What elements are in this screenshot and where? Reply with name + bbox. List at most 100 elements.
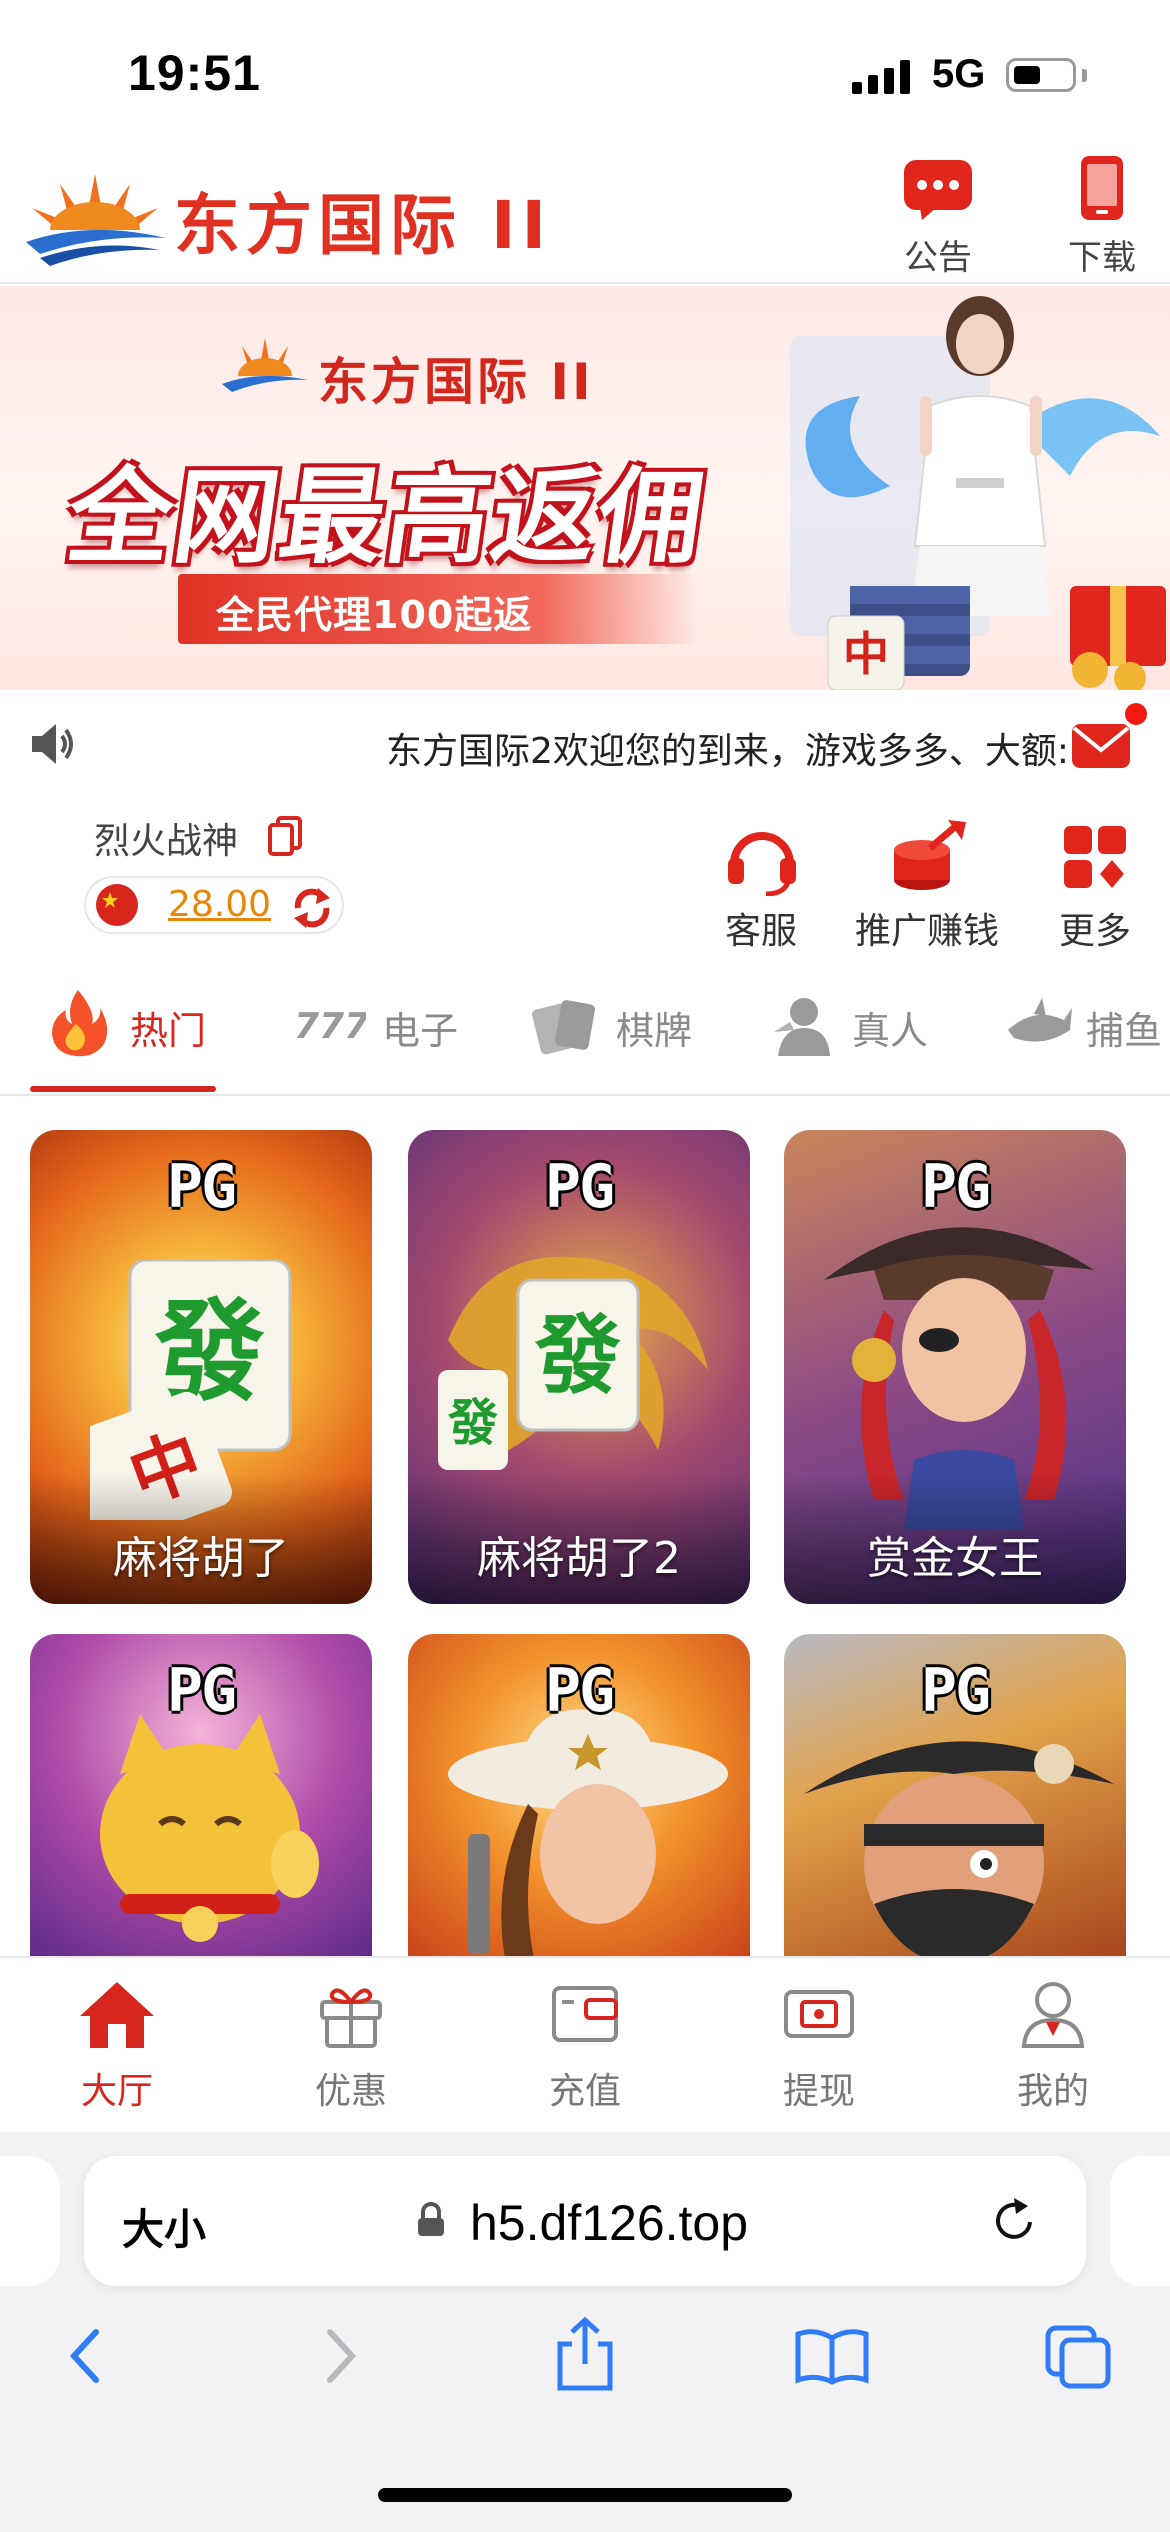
pirate-captain-art bbox=[804, 1741, 1114, 1964]
tab-electronic-label: 电子 bbox=[382, 1009, 459, 1053]
previous-tab-preview[interactable] bbox=[0, 2156, 60, 2286]
flame-icon bbox=[52, 990, 108, 1057]
game-card[interactable]: PG bbox=[784, 1634, 1126, 1964]
game-name: 麻将胡了2 bbox=[477, 1533, 681, 1584]
bottom-tab-bar: 大厅 优惠 充值 提现 我的 bbox=[0, 1956, 1170, 2134]
phone-icon bbox=[1081, 156, 1123, 220]
lock-icon bbox=[418, 2202, 444, 2236]
network-type: 5G bbox=[932, 52, 986, 96]
battery-icon bbox=[1006, 58, 1076, 92]
headset-icon bbox=[728, 832, 796, 896]
download-label: 下载 bbox=[1068, 238, 1136, 278]
tab-fishing[interactable]: 捕鱼 bbox=[1004, 968, 1170, 1094]
provider-logo: PG bbox=[544, 1152, 615, 1222]
grid-icon bbox=[1064, 826, 1126, 888]
banner-headline: 全网最高返佣 bbox=[60, 456, 714, 578]
provider-logo: PG bbox=[166, 1152, 237, 1222]
bookmarks-icon[interactable] bbox=[794, 2326, 870, 2386]
copy-icon[interactable] bbox=[268, 816, 302, 856]
active-tab-underline bbox=[30, 1086, 216, 1092]
tab-hall[interactable]: 大厅 bbox=[42, 1958, 192, 2134]
url-text[interactable]: h5.df126.top bbox=[470, 2194, 748, 2252]
tab-live-label: 真人 bbox=[852, 1009, 929, 1053]
svg-text:發: 發 bbox=[534, 1305, 621, 1406]
notice-label: 公告 bbox=[904, 238, 972, 278]
provider-logo: PG bbox=[920, 1152, 991, 1222]
svg-text:發: 發 bbox=[154, 1287, 265, 1416]
banner-tile-char: 中 bbox=[843, 627, 889, 681]
balance-amount: 28.00 bbox=[168, 884, 272, 925]
notice-button[interactable]: 公告 bbox=[878, 150, 998, 280]
provider-logo: PG bbox=[166, 1656, 237, 1726]
game-name: 赏金女王 bbox=[867, 1533, 1043, 1584]
next-tab-preview[interactable] bbox=[1110, 2156, 1170, 2286]
battery-cap bbox=[1082, 69, 1087, 82]
signal-icon bbox=[852, 60, 910, 94]
game-card[interactable]: PG bbox=[408, 1634, 750, 1964]
sun-logo-icon bbox=[26, 174, 166, 266]
tab-live[interactable]: 真人 bbox=[770, 968, 970, 1094]
more-label: 更多 bbox=[1058, 911, 1131, 952]
tab-withdraw-label: 提现 bbox=[782, 2071, 855, 2112]
tab-withdraw[interactable]: 提现 bbox=[744, 1958, 894, 2134]
banner-brand: 东方国际 II bbox=[318, 353, 594, 411]
wallet-icon bbox=[552, 1986, 618, 2042]
back-icon[interactable] bbox=[66, 2326, 106, 2386]
user-icon bbox=[1021, 1982, 1085, 2048]
tabs-icon[interactable] bbox=[1044, 2324, 1114, 2390]
svg-text:777: 777 bbox=[294, 1006, 366, 1044]
svg-text:發: 發 bbox=[447, 1393, 498, 1452]
home-indicator bbox=[378, 2488, 792, 2502]
chips-icon bbox=[894, 820, 966, 890]
customer-service-label: 客服 bbox=[724, 911, 797, 952]
game-card[interactable]: PG 赏金女王 bbox=[784, 1130, 1126, 1604]
banner-subline: 全民代理100起返 bbox=[216, 593, 533, 637]
promo-banner[interactable]: 东方国际 II 全网最高返佣 全民代理100起返 中 bbox=[0, 286, 1170, 690]
app-header: 东方国际 II 公告 下载 bbox=[0, 150, 1170, 284]
game-card[interactable]: 發 中 PG 麻将胡了 bbox=[30, 1130, 372, 1604]
category-tabs: 热门 777 电子 棋牌 真人 捕鱼 bbox=[0, 968, 1170, 1096]
tab-profile[interactable]: 我的 bbox=[978, 1958, 1128, 2134]
share-icon[interactable] bbox=[552, 2316, 618, 2392]
promote-earn-label: 推广赚钱 bbox=[854, 911, 999, 952]
tab-chess-cards[interactable]: 棋牌 bbox=[530, 968, 730, 1094]
speaker-icon bbox=[32, 724, 73, 764]
provider-logo: PG bbox=[544, 1656, 615, 1726]
tab-hall-label: 大厅 bbox=[80, 2071, 153, 2112]
china-flag-icon bbox=[96, 884, 138, 926]
download-button[interactable]: 下载 bbox=[1042, 150, 1162, 280]
reload-icon[interactable] bbox=[990, 2196, 1038, 2246]
game-card[interactable]: 發 發 PG 麻将胡了2 bbox=[408, 1130, 750, 1604]
game-name: 麻将胡了 bbox=[113, 1533, 289, 1584]
banner-illustration: 中 bbox=[790, 296, 1166, 690]
tab-promotions[interactable]: 优惠 bbox=[276, 1958, 426, 2134]
username: 烈火战神 bbox=[94, 821, 239, 862]
home-icon bbox=[80, 1982, 154, 2048]
mail-icon[interactable] bbox=[1068, 700, 1152, 780]
provider-logo: PG bbox=[920, 1656, 991, 1726]
text-size-button[interactable]: 大小 bbox=[122, 2196, 206, 2257]
forward-icon[interactable] bbox=[320, 2326, 360, 2386]
tab-deposit-label: 充值 bbox=[548, 2071, 621, 2112]
chat-bubble-icon bbox=[904, 160, 972, 220]
tab-hot-label: 热门 bbox=[130, 1009, 207, 1053]
sun-logo-icon bbox=[222, 338, 308, 392]
cowgirl-art bbox=[448, 1709, 728, 1964]
refresh-icon[interactable] bbox=[290, 886, 334, 930]
marquee-text: 东方国际2欢迎您的到来，游戏多多、大额: bbox=[386, 731, 1070, 772]
tab-promotions-label: 优惠 bbox=[314, 2071, 387, 2112]
tab-fishing-label: 捕鱼 bbox=[1086, 1009, 1163, 1053]
slot-777-icon: 777 bbox=[294, 1006, 366, 1044]
gift-icon bbox=[320, 1988, 382, 2048]
game-card[interactable]: PG bbox=[30, 1634, 372, 1964]
tab-electronic[interactable]: 777 电子 bbox=[292, 968, 492, 1094]
tab-hot[interactable]: 热门 bbox=[30, 968, 220, 1094]
lucky-cat-art bbox=[100, 1714, 319, 1942]
dealer-icon bbox=[774, 998, 830, 1056]
status-time: 19:51 bbox=[128, 45, 261, 101]
tab-profile-label: 我的 bbox=[1016, 2071, 1089, 2112]
withdraw-icon bbox=[784, 1990, 854, 2038]
tab-deposit[interactable]: 充值 bbox=[510, 1958, 660, 2134]
cards-icon bbox=[532, 1000, 595, 1055]
shark-icon bbox=[1008, 998, 1072, 1042]
